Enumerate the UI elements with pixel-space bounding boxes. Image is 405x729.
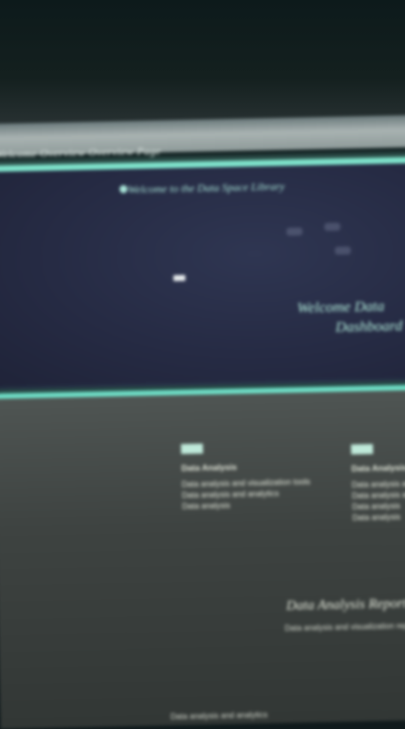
column-heading: Data Analysis — [181, 461, 237, 474]
content-column-right: Data Analysis Data analysis and Data ana… — [350, 443, 405, 523]
hero-banner — [0, 162, 405, 390]
column-heading: Data Analysis — [351, 462, 405, 474]
sparkle-decoration — [324, 222, 341, 231]
column-tag — [180, 443, 204, 455]
column-tag — [350, 444, 374, 455]
sparkle-decoration — [334, 246, 351, 255]
monitor-screen: Welcome Overview Overview Page Welcome t… — [0, 109, 405, 729]
sparkle-decoration — [286, 227, 303, 236]
footer-heading: Data Analysis Report — [286, 596, 405, 614]
hero-heading-line1: Welcome Data — [296, 298, 385, 317]
hero-heading: Welcome Data Dashboard — [297, 296, 403, 338]
hero-heading-line2: Dashboard — [335, 318, 403, 336]
content-section — [0, 389, 405, 729]
content-column-left: Data Analysis Data analysis and visualiz… — [180, 441, 311, 512]
hero-cta-button[interactable] — [173, 274, 186, 282]
site-title: Welcome Overview Overview Page — [0, 145, 162, 161]
column-text: Data analysis — [352, 512, 401, 523]
